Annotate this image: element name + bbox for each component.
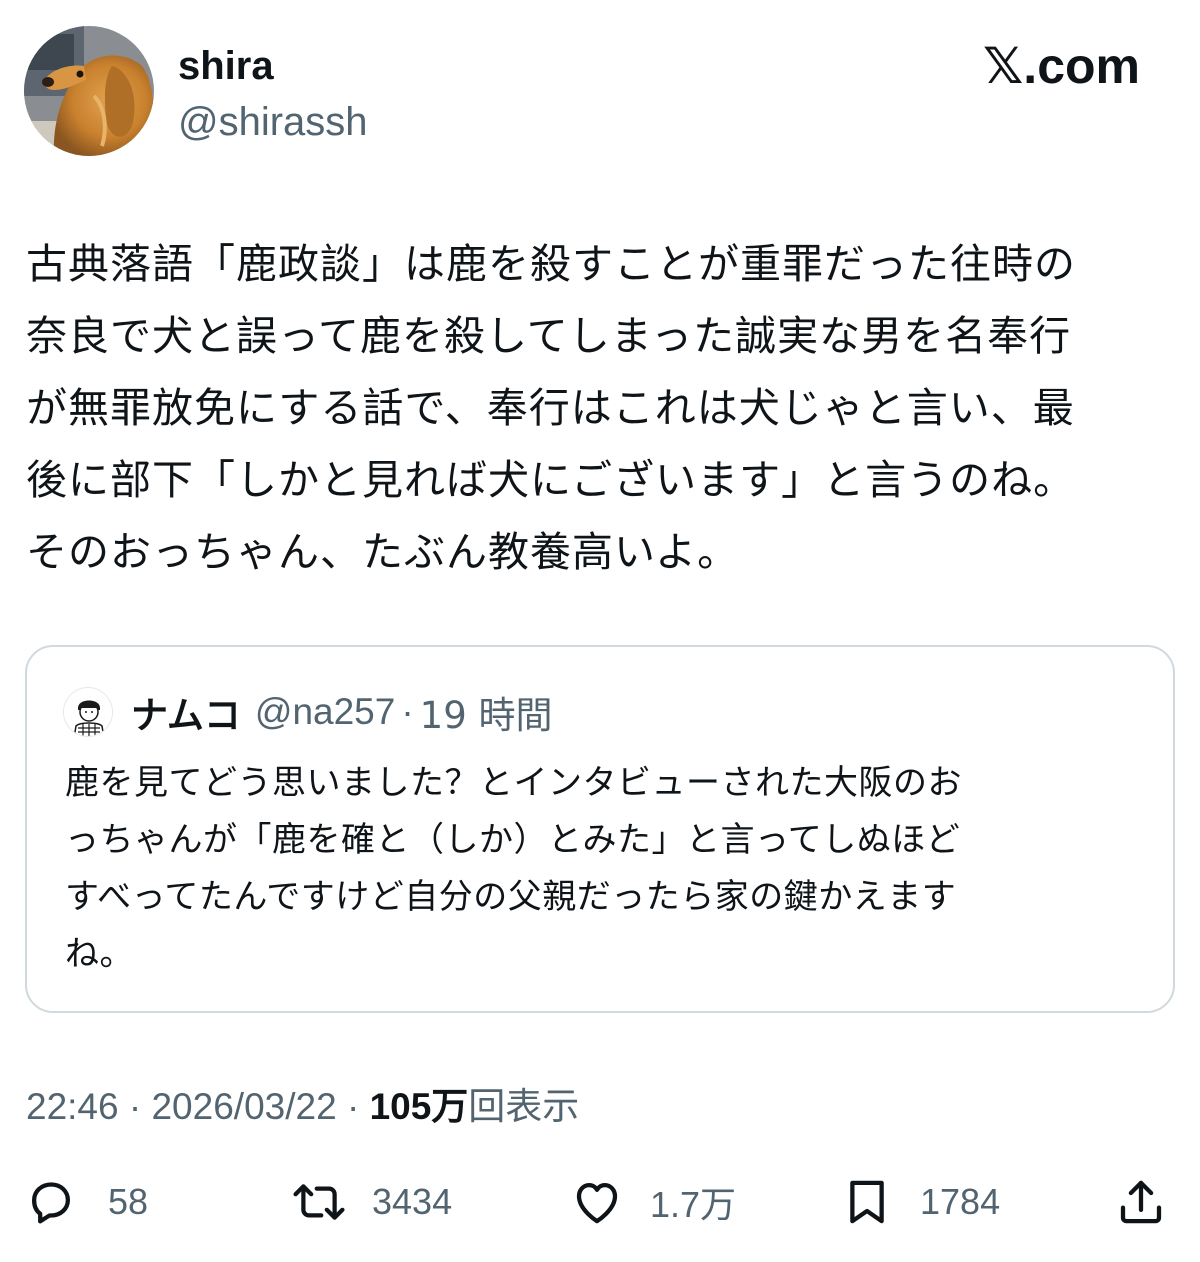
- retweet-button[interactable]: 3434: [290, 1170, 452, 1234]
- share-icon: [1120, 1180, 1162, 1224]
- quoted-tweet-line: 鹿を見てどう思いました？とインタビューされた大阪のお: [65, 763, 962, 803]
- quoted-tweet-card[interactable]: ナムコ @na257 · 19 時間 鹿を見てどう思いました？とインタビューされ…: [25, 645, 1175, 1013]
- bookmark-count: 1784: [920, 1181, 1001, 1222]
- tweet-line: そのおっちゃん、たぶん教養高いよ。: [26, 528, 740, 576]
- logo-suffix: .com: [1023, 38, 1140, 94]
- separator-dot: ·: [401, 691, 414, 732]
- dog-avatar-icon: [24, 26, 154, 156]
- author-avatar[interactable]: [24, 26, 154, 156]
- tweet-screenshot: shira @shirassh 𝕏.com 古典落語「鹿政談」は鹿を殺すことが重…: [0, 0, 1200, 1262]
- x-logo-icon: 𝕏: [983, 37, 1024, 95]
- quoted-author-avatar[interactable]: [63, 687, 113, 737]
- author-display-name[interactable]: shira: [178, 40, 274, 92]
- retweet-count: 3434: [372, 1181, 453, 1222]
- views-count: 105万: [369, 1086, 469, 1127]
- reply-icon: [31, 1182, 71, 1224]
- quoted-tweet-time[interactable]: 19 時間: [420, 685, 553, 739]
- person-avatar-icon: [64, 688, 112, 736]
- bookmark-icon: [850, 1180, 884, 1224]
- like-button[interactable]: 1.7万: [570, 1170, 736, 1234]
- separator-dot: ·: [346, 1086, 360, 1127]
- tweet-line: 古典落語「鹿政談」は鹿を殺すことが重罪だった往時の: [26, 240, 1076, 288]
- quoted-tweet-header: ナムコ @na257 · 19 時間: [131, 687, 553, 737]
- tweet-text: 古典落語「鹿政談」は鹿を殺すことが重罪だった往時の 奈良で犬と誤って鹿を殺してし…: [26, 228, 1176, 588]
- like-count: 1.7万: [650, 1184, 737, 1225]
- tweet-line: 奈良で犬と誤って鹿を殺してしまった誠実な男を名奉行: [26, 312, 1072, 360]
- reply-count: 58: [108, 1181, 149, 1222]
- retweet-icon: [293, 1184, 345, 1220]
- heart-icon: [576, 1182, 618, 1224]
- x-com-logo: 𝕏.com: [983, 36, 1140, 96]
- tweet-line: 後に部下「しかと見れば犬にございます」と言うのね。: [26, 456, 1076, 504]
- quoted-tweet-line: すべってたんですけど自分の父親だったら家の鍵かえます: [65, 877, 957, 917]
- quoted-tweet-line: っちゃんが「鹿を確と（しか）とみた」と言ってしぬほど: [65, 820, 961, 860]
- tweet-time[interactable]: 22:46: [26, 1086, 119, 1127]
- share-button[interactable]: [1114, 1170, 1168, 1234]
- tweet-date[interactable]: 2026/03/22: [151, 1086, 336, 1127]
- quoted-author-name[interactable]: ナムコ: [131, 685, 241, 739]
- quoted-author-handle[interactable]: @na257: [255, 691, 395, 733]
- quoted-tweet-line: ね。: [65, 934, 134, 974]
- quoted-tweet-text: 鹿を見てどう思いました？とインタビューされた大阪のお っちゃんが「鹿を確と（しか…: [65, 755, 1155, 983]
- reply-button[interactable]: 58: [24, 1170, 148, 1234]
- bookmark-button[interactable]: 1784: [840, 1170, 1000, 1234]
- author-handle[interactable]: @shirassh: [178, 96, 368, 148]
- tweet-action-bar: 58 3434 1.7万 1784: [0, 1170, 1200, 1234]
- tweet-meta: 22:46 · 2026/03/22 · 105万回表示: [26, 1082, 579, 1132]
- separator-dot: ·: [128, 1086, 142, 1127]
- views-label: 回表示: [468, 1085, 580, 1128]
- tweet-line: が無罪放免にする話で、奉行はこれは犬じゃと言い、最: [26, 384, 1075, 432]
